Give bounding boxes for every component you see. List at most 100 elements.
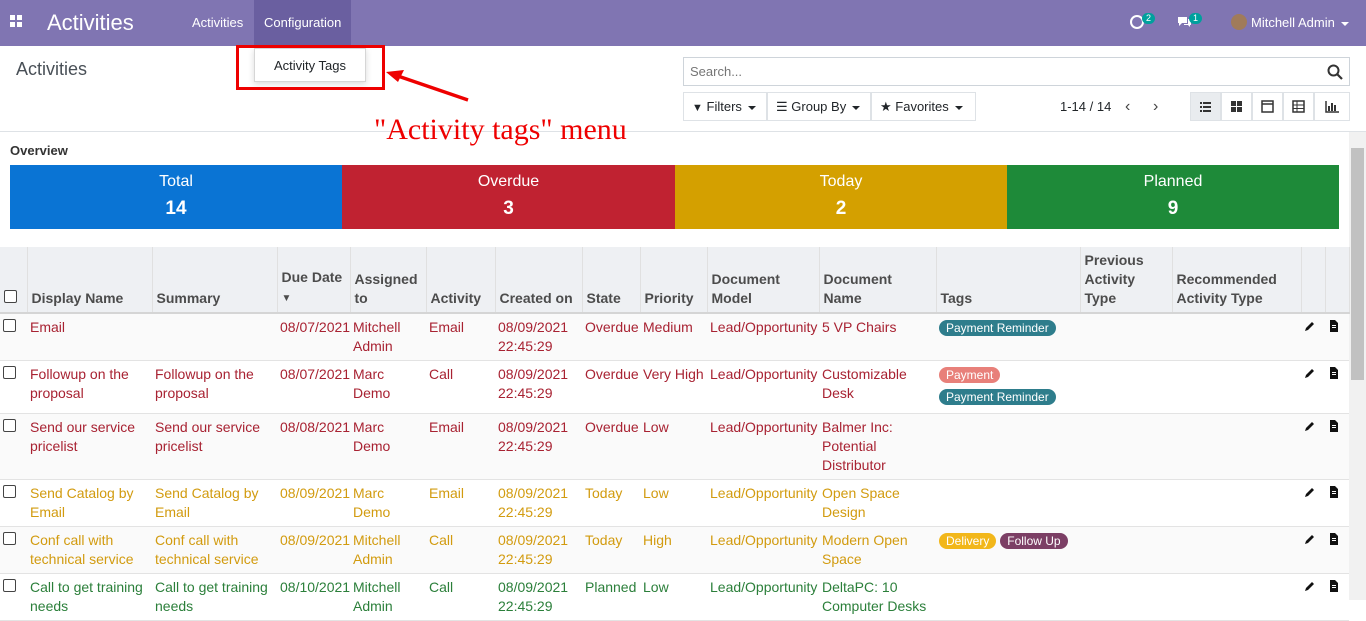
edit-pencil-icon[interactable] bbox=[1304, 420, 1316, 432]
row-checkbox[interactable] bbox=[3, 419, 16, 432]
table-row[interactable]: Email 08/07/2021 Mitchell Admin Email 08… bbox=[0, 313, 1349, 361]
cell-display-name: Send our service pricelist bbox=[27, 413, 152, 480]
user-avatar[interactable] bbox=[1231, 14, 1247, 30]
cell-created-on: 08/09/2021 22:45:29 bbox=[495, 313, 582, 361]
pager-next-icon[interactable]: › bbox=[1153, 98, 1158, 116]
cell-state: Today bbox=[582, 479, 640, 527]
stat-today[interactable]: Today 2 bbox=[675, 165, 1007, 229]
group-by-button[interactable]: ☰ Group By bbox=[767, 92, 871, 121]
filters-label: Filters bbox=[706, 99, 742, 114]
cell-recommended-activity-type bbox=[1172, 413, 1301, 480]
table-row[interactable]: Call to get training needs Call to get t… bbox=[0, 573, 1349, 621]
document-icon[interactable] bbox=[1328, 320, 1340, 332]
cell-state: Planned bbox=[582, 573, 640, 621]
edit-pencil-icon[interactable] bbox=[1304, 367, 1316, 379]
document-icon[interactable] bbox=[1328, 580, 1340, 592]
annotation-arrow-icon bbox=[386, 70, 469, 102]
messages-count-badge: 1 bbox=[1189, 13, 1203, 24]
cell-state: Overdue bbox=[582, 313, 640, 361]
pager-value[interactable]: 1-14 / 14 bbox=[1060, 99, 1111, 114]
chevron-down-icon bbox=[1340, 21, 1349, 26]
stat-label: Overdue bbox=[477, 173, 540, 190]
search-icon[interactable] bbox=[1327, 64, 1343, 80]
column-header[interactable]: Recommended Activity Type bbox=[1172, 247, 1302, 314]
cell-state: Overdue bbox=[582, 413, 640, 480]
column-header[interactable]: Document Model bbox=[707, 247, 820, 314]
star-icon: ★ bbox=[880, 99, 892, 114]
search-input[interactable] bbox=[684, 58, 1304, 85]
app-brand[interactable]: Activities bbox=[47, 10, 134, 36]
column-header[interactable]: Priority bbox=[640, 247, 708, 314]
search-box bbox=[683, 57, 1350, 86]
cell-tags: Payment Reminder bbox=[936, 313, 1080, 361]
table-row[interactable]: Send our service pricelist Send our serv… bbox=[0, 413, 1349, 480]
table-row[interactable]: Conf call with technical service Conf ca… bbox=[0, 526, 1349, 574]
column-header[interactable]: Display Name bbox=[27, 247, 153, 314]
document-icon[interactable] bbox=[1328, 486, 1340, 498]
document-icon[interactable] bbox=[1328, 533, 1340, 545]
user-menu[interactable]: Mitchell Admin bbox=[1251, 0, 1349, 46]
select-all-checkbox[interactable] bbox=[4, 290, 17, 303]
column-header[interactable]: Document Name bbox=[819, 247, 937, 314]
menu-activities[interactable]: Activities bbox=[182, 0, 253, 46]
document-icon[interactable] bbox=[1328, 420, 1340, 432]
cell-document-name: Balmer Inc: Potential Distributor bbox=[819, 413, 936, 480]
scrollbar-thumb[interactable] bbox=[1351, 148, 1364, 380]
cell-display-name: Email bbox=[27, 313, 152, 361]
stat-label: Today bbox=[819, 173, 863, 190]
overview-heading: Overview bbox=[10, 143, 68, 158]
list-view-icon[interactable] bbox=[1190, 92, 1221, 121]
cell-document-name: DeltaPC: 10 Computer Desks bbox=[819, 573, 936, 621]
pager-previous-icon[interactable]: ‹ bbox=[1125, 98, 1130, 116]
table-row[interactable]: Followup on the proposal Followup on the… bbox=[0, 360, 1349, 414]
column-header[interactable]: Assigned to bbox=[350, 247, 427, 314]
edit-pencil-icon[interactable] bbox=[1304, 533, 1316, 545]
column-header[interactable]: State bbox=[582, 247, 641, 314]
group-by-label: Group By bbox=[791, 99, 847, 114]
cell-document-name: Open Space Design bbox=[819, 479, 936, 527]
document-icon[interactable] bbox=[1328, 367, 1340, 379]
calendar-view-icon[interactable] bbox=[1252, 92, 1283, 121]
tag-badge: Delivery bbox=[939, 533, 997, 549]
row-checkbox[interactable] bbox=[3, 532, 16, 545]
graph-view-icon[interactable] bbox=[1314, 92, 1350, 121]
cell-tags bbox=[936, 479, 1080, 527]
cell-assigned-to: Mitchell Admin bbox=[350, 526, 426, 574]
cell-tags: Payment Payment Reminder bbox=[936, 360, 1080, 414]
edit-pencil-icon[interactable] bbox=[1304, 580, 1316, 592]
cell-document-model: Lead/Opportunity bbox=[707, 479, 819, 527]
column-header-due-date[interactable]: Due Date ▼ bbox=[277, 247, 351, 314]
user-name: Mitchell Admin bbox=[1251, 15, 1335, 30]
menu-configuration[interactable]: Configuration bbox=[254, 0, 352, 46]
kanban-view-icon[interactable] bbox=[1221, 92, 1252, 121]
cell-document-name: 5 VP Chairs bbox=[819, 313, 936, 361]
cell-previous-activity-type bbox=[1080, 573, 1172, 621]
stat-total[interactable]: Total 14 bbox=[10, 165, 342, 229]
edit-pencil-icon[interactable] bbox=[1304, 486, 1316, 498]
apps-menu-icon[interactable] bbox=[10, 15, 23, 28]
page-scrollbar[interactable] bbox=[1349, 132, 1366, 600]
column-header[interactable]: Tags bbox=[936, 247, 1081, 314]
row-checkbox[interactable] bbox=[3, 579, 16, 592]
filters-button[interactable]: ▼ Filters bbox=[683, 92, 767, 121]
stat-planned[interactable]: Planned 9 bbox=[1007, 165, 1339, 229]
row-checkbox[interactable] bbox=[3, 485, 16, 498]
cell-display-name: Conf call with technical service bbox=[27, 526, 152, 574]
stat-value: 14 bbox=[165, 198, 187, 219]
stat-overdue[interactable]: Overdue 3 bbox=[342, 165, 675, 229]
cell-due-date: 08/09/2021 bbox=[277, 479, 350, 527]
row-checkbox[interactable] bbox=[3, 319, 16, 332]
table-row[interactable]: Send Catalog by Email Send Catalog by Em… bbox=[0, 479, 1349, 527]
column-header[interactable]: Created on bbox=[495, 247, 583, 314]
cell-state: Today bbox=[582, 526, 640, 574]
cell-display-name: Send Catalog by Email bbox=[27, 479, 152, 527]
row-checkbox[interactable] bbox=[3, 366, 16, 379]
column-header[interactable]: Activity bbox=[426, 247, 496, 314]
column-header[interactable]: Previous Activity Type bbox=[1080, 247, 1173, 314]
sort-desc-icon: ▼ bbox=[281, 293, 292, 304]
column-header[interactable]: Summary bbox=[152, 247, 278, 314]
edit-pencil-icon[interactable] bbox=[1304, 320, 1316, 332]
pivot-view-icon[interactable] bbox=[1283, 92, 1314, 121]
favorites-button[interactable]: ★ Favorites bbox=[871, 92, 976, 121]
cell-due-date: 08/07/2021 bbox=[277, 360, 350, 414]
